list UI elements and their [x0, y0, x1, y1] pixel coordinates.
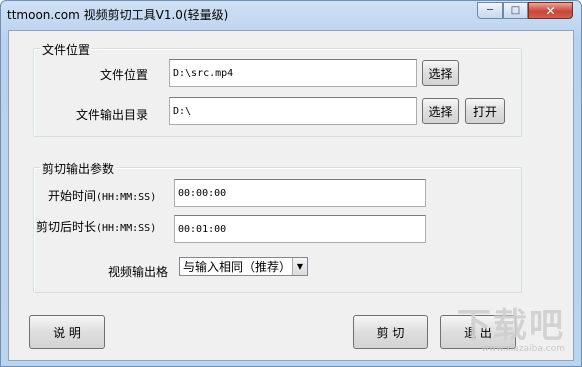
help-button[interactable]: 说 明 [29, 315, 105, 349]
file-location-input[interactable] [169, 59, 417, 87]
chevron-down-icon[interactable]: ▼ [292, 258, 307, 275]
client-area: 文件位置 文件位置 选择 文件输出目录 选择 打开 剪切输出参数 开始时间(HH… [8, 30, 574, 361]
cut-button[interactable]: 剪 切 [353, 315, 428, 349]
maximize-icon: □ [510, 5, 521, 16]
file-location-label: 文件位置 [100, 68, 149, 82]
watermark: 下载吧 www.xiazaiba.com [457, 308, 565, 354]
start-time-format: (HH:MM:SS) [96, 192, 157, 203]
close-button[interactable]: ✕ [528, 2, 573, 19]
app-window: ttmoon.com 视频剪切工具V1.0(轻量级) ─ □ ✕ 文件位置 文件… [0, 0, 582, 367]
start-time-input[interactable] [174, 179, 426, 207]
output-format-label: 视频输出格 [108, 265, 169, 279]
start-time-label-text: 开始时间 [48, 189, 97, 203]
cut-params-group-legend: 剪切输出参数 [40, 160, 117, 177]
duration-input[interactable] [174, 215, 426, 243]
close-icon: ✕ [545, 3, 556, 18]
window-title: ttmoon.com 视频剪切工具V1.0(轻量级) [7, 8, 229, 22]
output-dir-input[interactable] [169, 97, 417, 125]
maximize-button[interactable]: □ [503, 2, 528, 19]
file-location-group-legend: 文件位置 [40, 41, 93, 58]
watermark-logo: 下载吧 [457, 306, 565, 346]
output-format-value: 与输入相同（推荐） [183, 260, 292, 274]
output-format-select[interactable]: 与输入相同（推荐） ▼ [179, 257, 308, 276]
duration-format: (HH:MM:SS) [96, 223, 157, 234]
choose-file-button[interactable]: 选择 [422, 60, 459, 86]
duration-label-text: 剪切后时长 [36, 220, 97, 234]
minimize-icon: ─ [486, 5, 494, 16]
open-dir-button[interactable]: 打开 [465, 98, 505, 124]
minimize-button[interactable]: ─ [477, 2, 503, 19]
choose-dir-button[interactable]: 选择 [422, 98, 459, 124]
start-time-label: 开始时间(HH:MM:SS) [48, 187, 156, 204]
duration-label: 剪切后时长(HH:MM:SS) [36, 218, 156, 235]
output-dir-label: 文件输出目录 [76, 108, 149, 122]
title-bar[interactable]: ttmoon.com 视频剪切工具V1.0(轻量级) ─ □ ✕ [1, 1, 581, 27]
